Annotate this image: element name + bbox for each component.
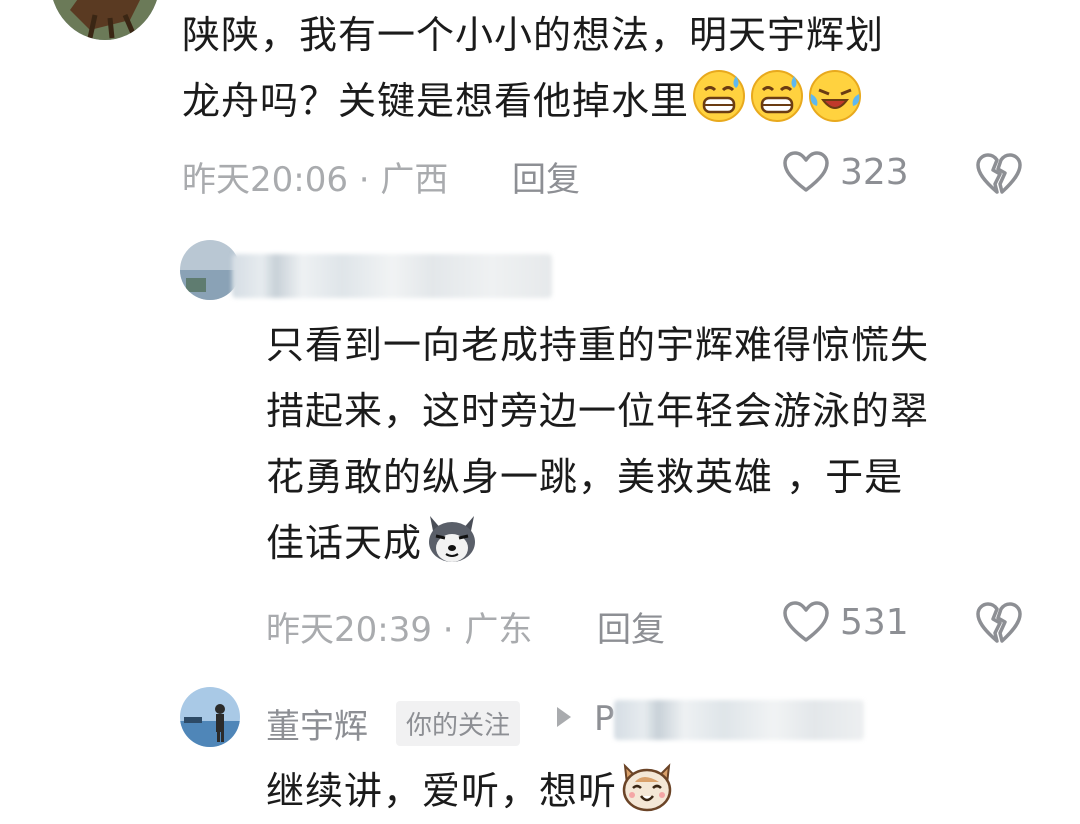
avatar[interactable] — [180, 240, 240, 300]
reply-button[interactable]: 回复 — [597, 602, 665, 651]
heart-outline-icon — [783, 151, 829, 192]
blurred-username — [232, 254, 552, 298]
comment-timestamp-location: 昨天20:39 · 广东 — [266, 610, 533, 650]
laugh-cry-emoji — [807, 68, 863, 124]
cat-smile-emoji — [619, 758, 675, 814]
avatar[interactable] — [50, 0, 160, 40]
reply-button[interactable]: 回复 — [512, 152, 580, 201]
avatar[interactable] — [180, 687, 240, 747]
comment-line: 龙舟吗？关键是想看他掉水里 — [182, 68, 884, 134]
comment-line: 只看到一向老成持重的宇辉难得惊慌失 — [266, 323, 930, 367]
comment-text: 只看到一向老成持重的宇辉难得惊慌失 措起来，这时旁边一位年轻会游泳的翠 花勇敢的… — [266, 312, 929, 576]
comment-text: 继续讲，爱听，想听 — [266, 758, 675, 824]
like-count: 323 — [840, 151, 909, 193]
broken-heart-icon — [976, 602, 1022, 643]
comment-line: 佳话天成 — [266, 510, 929, 576]
blurred-reply-to-username — [614, 700, 864, 740]
dislike-button[interactable] — [975, 601, 1023, 645]
comment-line: 继续讲，爱听，想听 — [266, 758, 675, 824]
comment-line: 花勇敢的纵身一跳，美救英雄 ，于是 — [266, 455, 904, 499]
grimace-sweat-emoji — [691, 68, 747, 124]
comment-line: 措起来，这时旁边一位年轻会游泳的翠 — [266, 389, 930, 433]
like-count: 531 — [840, 601, 909, 643]
reply-to-username[interactable]: P — [594, 699, 615, 739]
person-avatar-image — [180, 687, 240, 747]
triangle-right-icon — [557, 707, 571, 727]
comment-timestamp-location: 昨天20:06 · 广西 — [182, 160, 449, 200]
username[interactable]: 董宇辉 — [266, 699, 368, 748]
grimace-sweat-emoji — [749, 68, 805, 124]
horse-avatar-image — [50, 0, 160, 40]
broken-heart-icon — [976, 153, 1022, 194]
heart-outline-icon — [783, 601, 829, 642]
husky-dog-emoji — [424, 510, 480, 566]
blurred-avatar-image — [180, 240, 240, 300]
follow-status-tag: 你的关注 — [396, 701, 521, 746]
dislike-button[interactable] — [975, 152, 1023, 196]
comment-text: 陕陕，我有一个小小的想法，明天宇辉划 龙舟吗？关键是想看他掉水里 — [182, 2, 884, 134]
like-button[interactable]: 323 — [782, 150, 909, 194]
comment-line: 陕陕，我有一个小小的想法，明天宇辉划 — [182, 13, 885, 57]
like-button[interactable]: 531 — [782, 600, 909, 644]
